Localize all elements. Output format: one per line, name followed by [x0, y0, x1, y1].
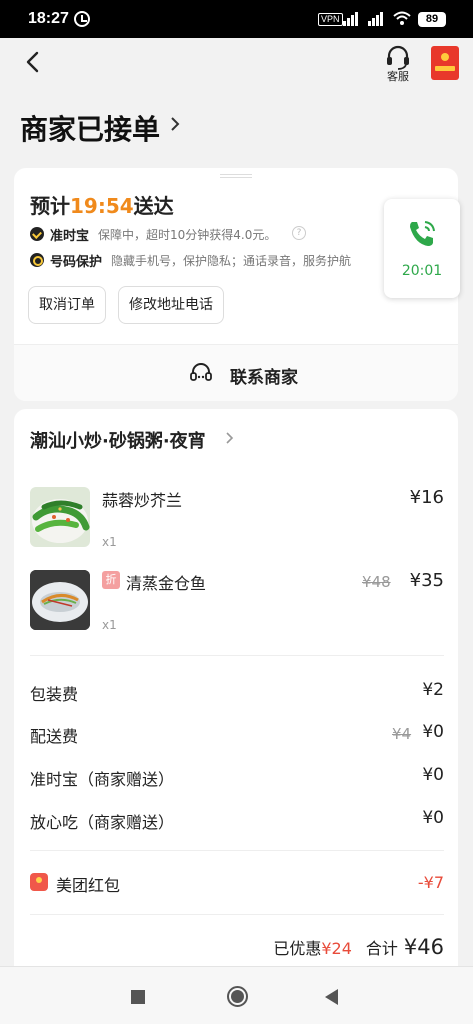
drag-handle[interactable] [220, 174, 252, 178]
item-original-price: ¥48 [362, 573, 391, 591]
vpn-badge: VPN [318, 13, 343, 26]
help-icon[interactable]: ? [292, 226, 306, 240]
divider [30, 914, 444, 915]
item-name: 清蒸金仓鱼 [126, 574, 207, 593]
red-packet-label: 美团红包 [56, 876, 121, 895]
fee-label: 放心吃（商家赠送） [30, 813, 175, 832]
shop-name[interactable]: 潮汕小炒·砂锅粥·夜宵 [30, 427, 206, 453]
shield-check-icon [30, 227, 44, 241]
order-summary: 已优惠¥24 合计 ¥46 [273, 935, 444, 959]
wifi-icon [393, 11, 411, 25]
total-label: 合计 [365, 939, 398, 958]
red-packet-icon[interactable] [431, 46, 459, 80]
status-time: 18:27 [28, 10, 69, 27]
status-bar: 18:27 VPN 89 [0, 0, 473, 38]
discount-amount: ¥24 [321, 939, 352, 958]
discount-label: 已优惠 [273, 939, 322, 958]
red-packet-value: -¥7 [417, 873, 444, 892]
dish-image[interactable] [30, 570, 90, 630]
red-envelope-icon [30, 873, 48, 891]
dish-image[interactable] [30, 487, 90, 547]
item-qty: x1 [102, 535, 117, 549]
chevron-right-icon[interactable] [168, 117, 182, 131]
alarm-icon [74, 11, 90, 27]
privacy-label: 号码保护 [50, 255, 103, 270]
signal-icon [343, 12, 361, 26]
recents-icon[interactable] [131, 990, 145, 1004]
delivery-card: 预计19:54送达 准时宝 保障中，超时10分钟获得4.0元。 ? 号码保护 隐… [14, 168, 460, 401]
divider [30, 850, 444, 851]
item-qty: x1 [102, 618, 117, 632]
total-amount: ¥46 [403, 935, 444, 959]
discount-tag: 折 [102, 571, 120, 589]
fee-value: ¥0 [422, 808, 444, 828]
fee-label: 包装费 [30, 685, 79, 704]
fee-value: ¥2 [422, 680, 444, 700]
ontime-label: 准时宝 [50, 229, 90, 244]
back-triangle-icon[interactable] [325, 989, 338, 1005]
headset-icon[interactable] [384, 44, 412, 70]
modify-address-button[interactable]: 修改地址电话 [118, 286, 224, 324]
phone-call-icon [410, 221, 435, 246]
fee-label: 配送费 [30, 727, 79, 746]
eta-text: 预计19:54送达 [30, 194, 174, 218]
phone-shield-icon [30, 253, 44, 267]
item-name: 蒜蓉炒芥兰 [102, 491, 183, 510]
system-nav-bar [0, 966, 473, 1024]
home-icon[interactable] [227, 986, 248, 1007]
rider-call-button[interactable]: 20:01 [384, 199, 460, 298]
battery-icon: 89 [418, 12, 446, 27]
call-time: 20:01 [401, 263, 443, 279]
cancel-order-button[interactable]: 取消订单 [28, 286, 106, 324]
contact-merchant-label[interactable]: 联系商家 [230, 363, 298, 388]
item-price: ¥35 [409, 570, 444, 591]
eta-time: 19:54 [70, 194, 134, 218]
top-bar: 客服 [0, 38, 473, 94]
signal-icon [368, 12, 386, 26]
fee-label: 准时宝（商家赠送） [30, 770, 175, 789]
fee-original: ¥4 [392, 725, 412, 743]
fee-value: ¥0 [422, 722, 444, 742]
ontime-text: 保障中，超时10分钟获得4.0元。 [98, 228, 277, 242]
fee-value: ¥0 [422, 765, 444, 785]
item-price: ¥16 [409, 487, 444, 508]
divider [30, 655, 444, 656]
page-title[interactable]: 商家已接单 [20, 108, 160, 148]
back-arrow-icon[interactable] [22, 50, 46, 74]
privacy-text: 隐藏手机号，保护隐私；通话录音，服务护航 [111, 254, 352, 268]
chevron-right-icon[interactable] [224, 432, 236, 444]
order-detail-card: 潮汕小炒·砂锅粥·夜宵 蒜蓉炒芥兰 x1 ¥16 折 清蒸金仓鱼 x1 ¥48 … [14, 409, 458, 979]
merchant-service-icon [190, 363, 212, 381]
customer-service-label[interactable]: 客服 [376, 68, 420, 84]
